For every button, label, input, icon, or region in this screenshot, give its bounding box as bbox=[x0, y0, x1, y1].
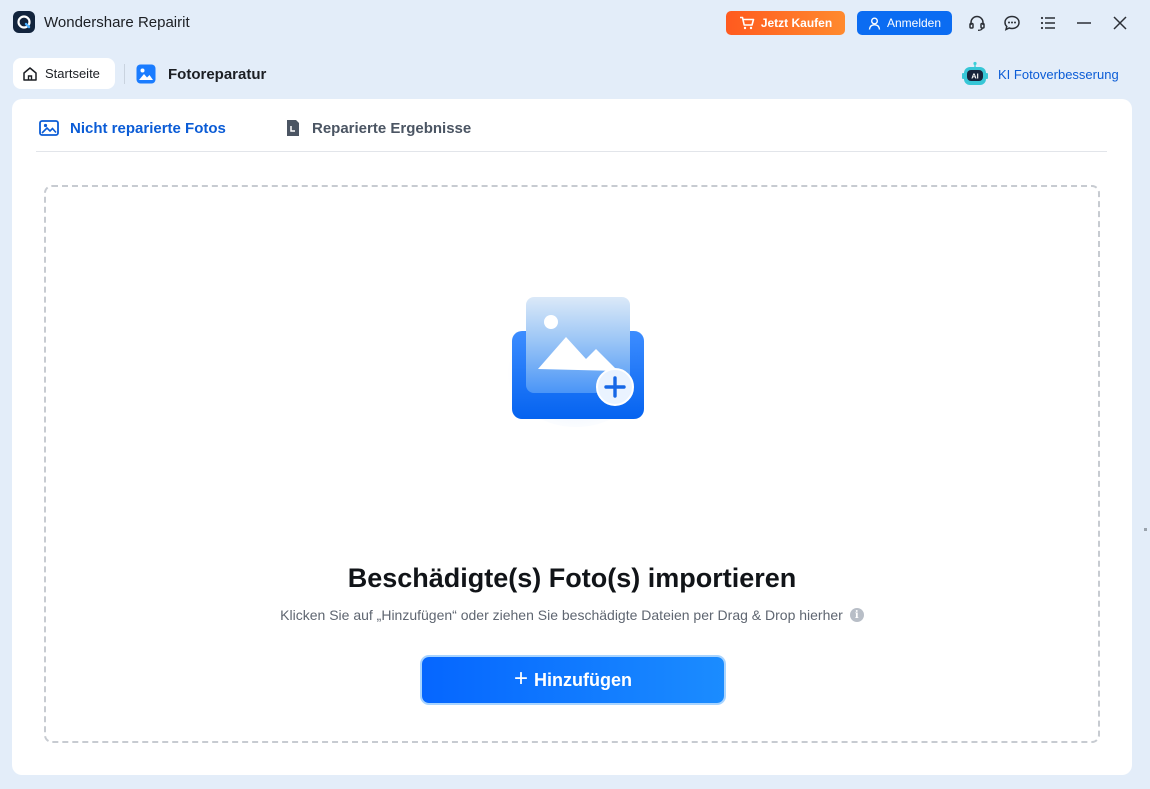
tab-photo-repair-label: Fotoreparatur bbox=[168, 65, 267, 83]
buy-now-button[interactable]: Jetzt Kaufen bbox=[726, 11, 845, 35]
ai-photo-enhance-label: KI Fotoverbesserung bbox=[998, 66, 1119, 82]
subtab-divider bbox=[36, 151, 1107, 152]
login-label: Anmelden bbox=[886, 16, 942, 30]
tab-home-label: Startseite bbox=[45, 66, 100, 81]
headset-icon[interactable] bbox=[966, 12, 988, 34]
subtab-unrepaired-photos[interactable]: Nicht reparierte Fotos bbox=[39, 117, 226, 139]
buy-now-label: Jetzt Kaufen bbox=[760, 16, 833, 30]
image-icon bbox=[39, 120, 59, 136]
subtab-unrepaired-label: Nicht reparierte Fotos bbox=[70, 119, 226, 137]
window-resize-edge[interactable] bbox=[1144, 528, 1147, 531]
subtab-repaired-label: Reparierte Ergebnisse bbox=[312, 119, 472, 137]
import-dropzone[interactable]: Beschädigte(s) Foto(s) importieren Klick… bbox=[44, 185, 1100, 743]
dropzone-title: Beschädigte(s) Foto(s) importieren bbox=[347, 563, 797, 593]
app-logo-icon bbox=[13, 11, 35, 33]
menu-icon[interactable] bbox=[1037, 12, 1059, 34]
cart-icon bbox=[739, 16, 755, 30]
chat-icon[interactable] bbox=[1001, 12, 1023, 34]
add-files-button[interactable]: + Hinzufügen bbox=[422, 657, 724, 703]
main-panel: Nicht reparierte Fotos Reparierte Ergebn… bbox=[12, 99, 1132, 775]
tab-home[interactable]: Startseite bbox=[13, 58, 115, 89]
plus-icon: + bbox=[514, 664, 529, 692]
home-icon bbox=[23, 66, 37, 81]
subtab-repaired-results[interactable]: Reparierte Ergebnisse bbox=[285, 117, 471, 139]
dropzone-hint: Klicken Sie auf „Hinzufügen“ oder ziehen… bbox=[280, 607, 843, 623]
document-icon bbox=[287, 120, 299, 136]
add-files-label: Hinzufügen bbox=[534, 669, 632, 690]
app-title: Wondershare Repairit bbox=[44, 14, 190, 31]
title-bar: Wondershare Repairit Jetzt Kaufen Anmeld… bbox=[0, 0, 1150, 46]
tab-separator bbox=[124, 64, 125, 84]
login-button[interactable]: Anmelden bbox=[857, 11, 952, 35]
close-icon[interactable] bbox=[1109, 12, 1131, 34]
dropzone-hint-row: Klicken Sie auf „Hinzufügen“ oder ziehen… bbox=[46, 607, 1098, 623]
user-icon bbox=[868, 17, 881, 30]
info-icon[interactable]: i bbox=[849, 608, 864, 622]
ai-robot-icon: AI bbox=[962, 61, 988, 85]
minimize-icon[interactable] bbox=[1073, 12, 1095, 34]
photo-icon bbox=[136, 64, 156, 84]
ai-photo-enhance-link[interactable]: AI KI Fotoverbesserung bbox=[962, 60, 1119, 88]
tab-photo-repair[interactable]: Fotoreparatur bbox=[136, 62, 266, 86]
ai-badge-text: AI bbox=[971, 72, 979, 81]
add-photo-icon bbox=[508, 297, 644, 427]
